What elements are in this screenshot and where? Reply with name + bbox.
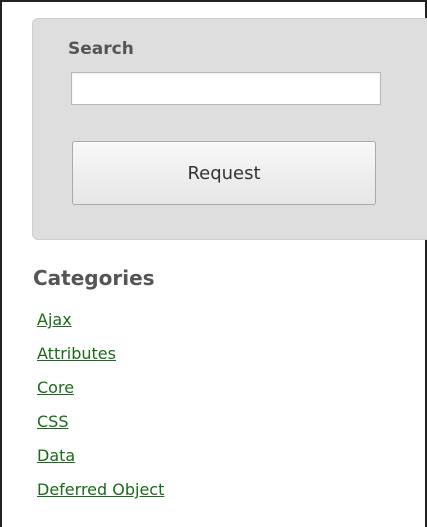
category-link-ajax[interactable]: Ajax <box>37 310 72 329</box>
list-item: Core <box>37 376 164 410</box>
category-link-css[interactable]: CSS <box>37 412 68 431</box>
list-item: CSS <box>37 410 164 444</box>
category-link-data[interactable]: Data <box>37 446 75 465</box>
category-link-attributes[interactable]: Attributes <box>37 344 116 363</box>
search-input[interactable] <box>71 72 381 105</box>
category-link-deferred-object[interactable]: Deferred Object <box>37 480 164 499</box>
list-item: Attributes <box>37 342 164 376</box>
search-label: Search <box>68 39 134 59</box>
search-panel: Search Request <box>32 18 427 240</box>
page-frame: Search Request Categories Ajax Attribute… <box>0 0 427 527</box>
category-link-core[interactable]: Core <box>37 378 74 397</box>
list-item: Data <box>37 444 164 478</box>
category-list: Ajax Attributes Core CSS Data Deferred O… <box>37 308 164 512</box>
list-item: Ajax <box>37 308 164 342</box>
categories-title: Categories <box>33 266 155 290</box>
request-button[interactable]: Request <box>72 141 376 205</box>
list-item: Deferred Object <box>37 478 164 512</box>
